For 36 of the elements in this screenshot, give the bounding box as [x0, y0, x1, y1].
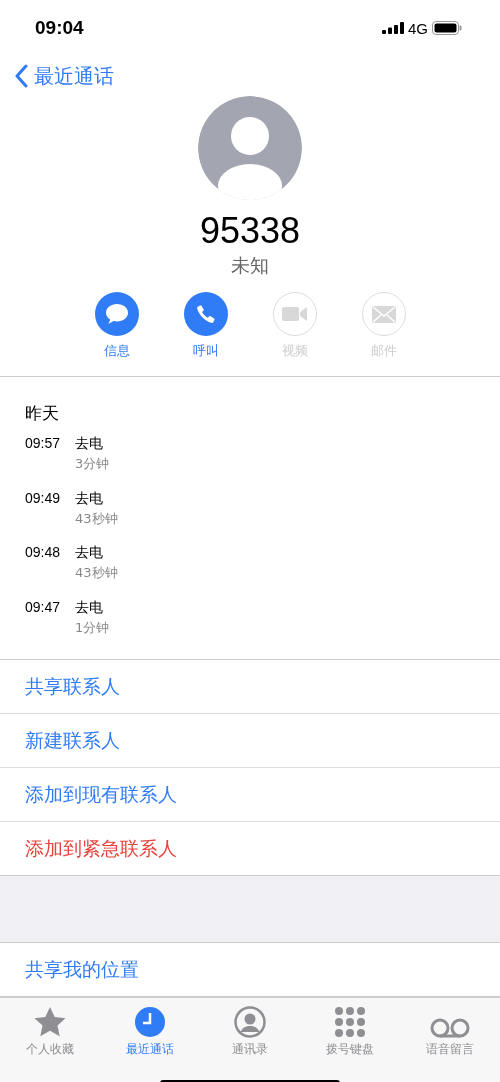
chevron-left-icon — [14, 64, 28, 88]
recents-tab[interactable]: 最近通话 — [110, 1004, 190, 1058]
star-icon — [33, 1006, 67, 1038]
call-type: 去电 — [75, 597, 104, 617]
keypad-icon — [334, 1006, 366, 1038]
call-duration: 1分钟 — [75, 618, 110, 637]
call-duration: 43秒钟 — [75, 564, 118, 582]
voicemail-icon — [430, 1018, 470, 1038]
contacts-tab[interactable]: 通讯录 — [210, 1004, 290, 1058]
person-circle-icon — [234, 1006, 266, 1038]
status-time: 09:04 — [35, 17, 84, 39]
avatar-icon — [198, 96, 302, 200]
call-time: 09:57 — [25, 434, 62, 453]
keypad-tab[interactable]: 拨号键盘 — [310, 1004, 390, 1058]
call-time: 09:47 — [25, 597, 62, 617]
phone-icon — [195, 304, 216, 324]
call-type: 去电 — [75, 488, 104, 508]
network-type: 4G — [408, 19, 428, 37]
history-date: 昨天 — [25, 402, 60, 425]
call-type: 去电 — [75, 434, 104, 453]
envelope-icon — [371, 305, 396, 323]
speech-bubble-icon — [104, 303, 129, 325]
clock-icon — [134, 1006, 166, 1038]
signal-icon — [382, 22, 404, 34]
voicemail-tab[interactable]: 语音留言 — [410, 1004, 490, 1058]
phone-number: 95338 — [199, 210, 301, 252]
call-type: 去电 — [75, 543, 104, 562]
call-time: 09:49 — [25, 488, 62, 508]
back-button[interactable]: 最近通话 — [14, 62, 114, 90]
battery-icon — [432, 21, 462, 35]
call-time: 09:48 — [25, 543, 62, 562]
call-duration: 43秒钟 — [75, 509, 118, 528]
call-duration: 3分钟 — [75, 455, 110, 473]
favorites-tab[interactable]: 个人收藏 — [10, 1004, 90, 1058]
contact-label: 未知 — [231, 253, 269, 278]
video-camera-icon — [281, 306, 308, 322]
